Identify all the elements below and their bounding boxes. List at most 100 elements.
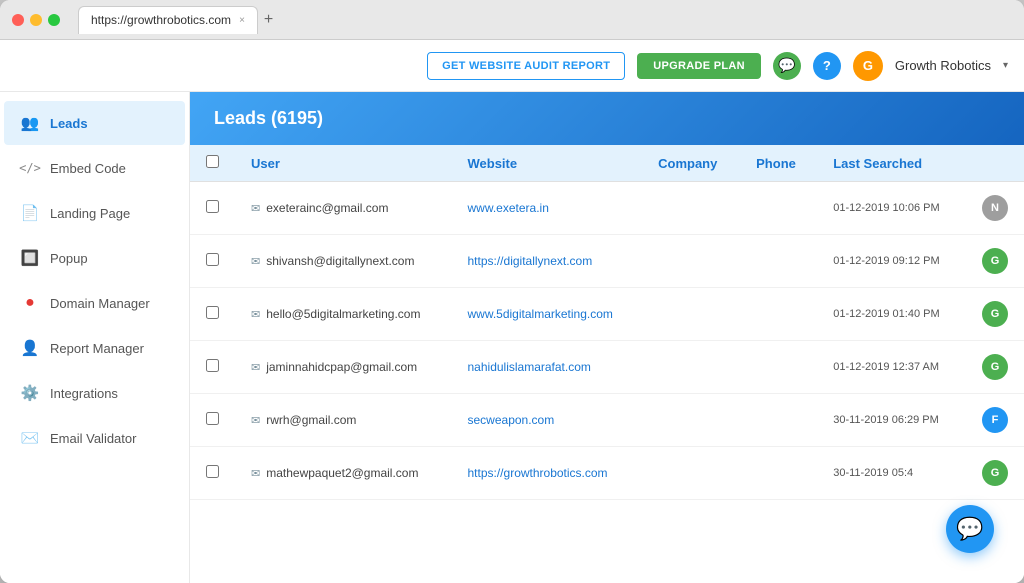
row-email-4: ✉ rwrh@gmail.com: [235, 394, 452, 447]
row-avatar-0: N: [982, 195, 1008, 221]
row-last-searched-0: 01-12-2019 10:06 PM: [817, 182, 966, 235]
table-row: ✉ jaminnahidcpap@gmail.com nahidulislama…: [190, 341, 1024, 394]
table-row: ✉ exeterainc@gmail.com www.exetera.in 01…: [190, 182, 1024, 235]
column-header-company: Company: [642, 145, 740, 182]
upgrade-plan-button[interactable]: UPGRADE PLAN: [637, 53, 761, 79]
row-email-2: ✉ hello@5digitalmarketing.com: [235, 288, 452, 341]
column-header-phone: Phone: [740, 145, 817, 182]
row-phone-0: [740, 182, 817, 235]
row-avatar-cell-2: G: [966, 288, 1024, 341]
table-row: ✉ shivansh@digitallynext.com https://dig…: [190, 235, 1024, 288]
column-header-last-searched: Last Searched: [817, 145, 966, 182]
row-website-4[interactable]: secweapon.com: [452, 394, 643, 447]
row-last-searched-2: 01-12-2019 01:40 PM: [817, 288, 966, 341]
table-container[interactable]: User Website Company Phone Last Searched: [190, 145, 1024, 583]
row-checkbox-2[interactable]: [206, 306, 219, 319]
row-website-2[interactable]: www.5digitalmarketing.com: [452, 288, 643, 341]
sidebar-item-landing-page[interactable]: 📄 Landing Page: [4, 191, 185, 235]
row-avatar-2: G: [982, 301, 1008, 327]
email-validator-icon: ✉️: [20, 428, 40, 448]
row-email-text-2: hello@5digitalmarketing.com: [266, 307, 420, 321]
row-email-text-4: rwrh@gmail.com: [266, 413, 356, 427]
browser-tab[interactable]: https://growthrobotics.com ×: [78, 6, 258, 34]
fullscreen-button[interactable]: [48, 14, 60, 26]
row-avatar-cell-5: G: [966, 447, 1024, 500]
sidebar-item-leads[interactable]: 👥 Leads: [4, 101, 185, 145]
row-avatar-cell-3: G: [966, 341, 1024, 394]
table-header-row: User Website Company Phone Last Searched: [190, 145, 1024, 182]
tab-url: https://growthrobotics.com: [91, 13, 231, 27]
domain-manager-icon: ●: [20, 293, 40, 313]
row-checkbox-5[interactable]: [206, 465, 219, 478]
row-company-5: [642, 447, 740, 500]
column-header-user: User: [235, 145, 452, 182]
row-company-1: [642, 235, 740, 288]
sidebar-label-leads: Leads: [50, 116, 88, 131]
sidebar-label-integrations: Integrations: [50, 386, 118, 401]
report-manager-icon: 👤: [20, 338, 40, 358]
close-button[interactable]: [12, 14, 24, 26]
chat-icon[interactable]: 💬: [773, 52, 801, 80]
traffic-lights: [12, 14, 60, 26]
title-bar: https://growthrobotics.com × +: [0, 0, 1024, 40]
table-row: ✉ mathewpaquet2@gmail.com https://growth…: [190, 447, 1024, 500]
tab-close-icon[interactable]: ×: [239, 15, 245, 26]
sidebar-item-integrations[interactable]: ⚙️ Integrations: [4, 371, 185, 415]
column-header-actions: [966, 145, 1024, 182]
sidebar-item-embed-code[interactable]: </> Embed Code: [4, 146, 185, 190]
help-symbol: ?: [823, 58, 831, 73]
select-all-checkbox[interactable]: [206, 155, 219, 168]
email-icon-1: ✉: [251, 255, 260, 268]
row-last-searched-5: 30-11-2019 05:4: [817, 447, 966, 500]
help-icon[interactable]: ?: [813, 52, 841, 80]
row-checkbox-cell[interactable]: [190, 341, 235, 394]
chevron-down-icon: ▾: [1003, 60, 1008, 71]
chat-fab-button[interactable]: 💬: [946, 505, 994, 553]
row-checkbox-cell[interactable]: [190, 447, 235, 500]
minimize-button[interactable]: [30, 14, 42, 26]
sidebar-item-domain-manager[interactable]: ● Domain Manager: [4, 281, 185, 325]
row-website-3[interactable]: nahidulislamarafat.com: [452, 341, 643, 394]
row-checkbox-cell[interactable]: [190, 288, 235, 341]
row-website-5[interactable]: https://growthrobotics.com: [452, 447, 643, 500]
sidebar-label-email-validator: Email Validator: [50, 431, 136, 446]
select-all-header[interactable]: [190, 145, 235, 182]
leads-icon: 👥: [20, 113, 40, 133]
row-checkbox-cell[interactable]: [190, 235, 235, 288]
sidebar-item-popup[interactable]: 🔲 Popup: [4, 236, 185, 280]
avatar: G: [853, 51, 883, 81]
row-avatar-cell-4: F: [966, 394, 1024, 447]
new-tab-button[interactable]: +: [264, 11, 273, 29]
row-avatar-1: G: [982, 248, 1008, 274]
row-phone-5: [740, 447, 817, 500]
browser-content: GET WEBSITE AUDIT REPORT UPGRADE PLAN 💬 …: [0, 40, 1024, 583]
row-checkbox-cell[interactable]: [190, 394, 235, 447]
sidebar: 👥 Leads </> Embed Code 📄 Landing Page 🔲 …: [0, 92, 190, 583]
sidebar-label-embed-code: Embed Code: [50, 161, 126, 176]
sidebar-label-landing-page: Landing Page: [50, 206, 130, 221]
page-title: Leads (6195): [214, 108, 323, 128]
row-website-1[interactable]: https://digitallynext.com: [452, 235, 643, 288]
row-checkbox-0[interactable]: [206, 200, 219, 213]
top-bar: GET WEBSITE AUDIT REPORT UPGRADE PLAN 💬 …: [0, 40, 1024, 92]
table-row: ✉ rwrh@gmail.com secweapon.com 30-11-201…: [190, 394, 1024, 447]
row-avatar-cell-1: G: [966, 235, 1024, 288]
sidebar-item-report-manager[interactable]: 👤 Report Manager: [4, 326, 185, 370]
row-checkbox-4[interactable]: [206, 412, 219, 425]
row-phone-2: [740, 288, 817, 341]
sidebar-item-email-validator[interactable]: ✉️ Email Validator: [4, 416, 185, 460]
email-icon-4: ✉: [251, 414, 260, 427]
email-icon-3: ✉: [251, 361, 260, 374]
row-checkbox-cell[interactable]: [190, 182, 235, 235]
embed-code-icon: </>: [20, 158, 40, 178]
audit-report-button[interactable]: GET WEBSITE AUDIT REPORT: [427, 52, 625, 80]
user-name[interactable]: Growth Robotics: [895, 58, 991, 73]
email-icon-2: ✉: [251, 308, 260, 321]
browser-window: https://growthrobotics.com × + GET WEBSI…: [0, 0, 1024, 583]
row-website-0[interactable]: www.exetera.in: [452, 182, 643, 235]
row-checkbox-1[interactable]: [206, 253, 219, 266]
main-area: 👥 Leads </> Embed Code 📄 Landing Page 🔲 …: [0, 92, 1024, 583]
row-company-3: [642, 341, 740, 394]
row-checkbox-3[interactable]: [206, 359, 219, 372]
popup-icon: 🔲: [20, 248, 40, 268]
